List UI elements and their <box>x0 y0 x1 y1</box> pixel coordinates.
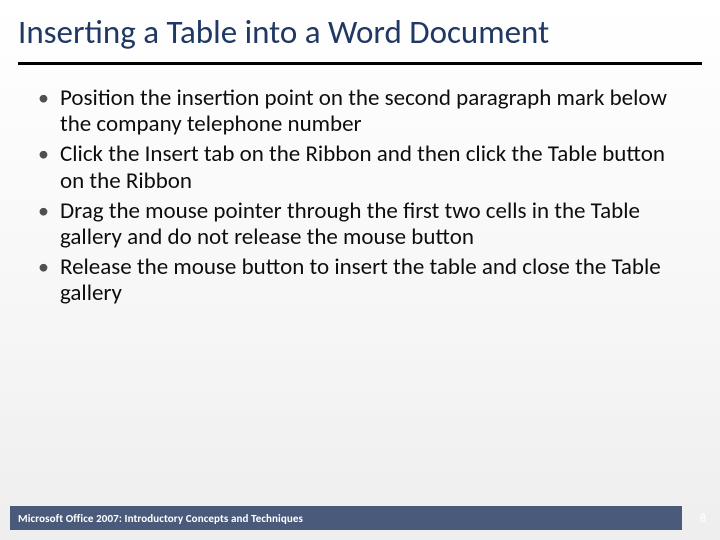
slide-title: Inserting a Table into a Word Document <box>18 14 700 52</box>
bullet-item: Release the mouse button to insert the t… <box>38 254 690 306</box>
footer-text: Microsoft Office 2007: Introductory Conc… <box>18 512 303 525</box>
body-area: Position the insertion point on the seco… <box>0 65 720 307</box>
bullet-item: Position the insertion point on the seco… <box>38 85 690 137</box>
bullet-item: Click the Insert tab on the Ribbon and t… <box>38 141 690 193</box>
title-area: Inserting a Table into a Word Document <box>0 0 720 58</box>
bullet-item: Drag the mouse pointer through the first… <box>38 198 690 250</box>
page-number: 8 <box>700 512 706 526</box>
slide: Inserting a Table into a Word Document P… <box>0 0 720 540</box>
bullet-list: Position the insertion point on the seco… <box>38 85 690 307</box>
footer-bar: Microsoft Office 2007: Introductory Conc… <box>10 506 682 530</box>
